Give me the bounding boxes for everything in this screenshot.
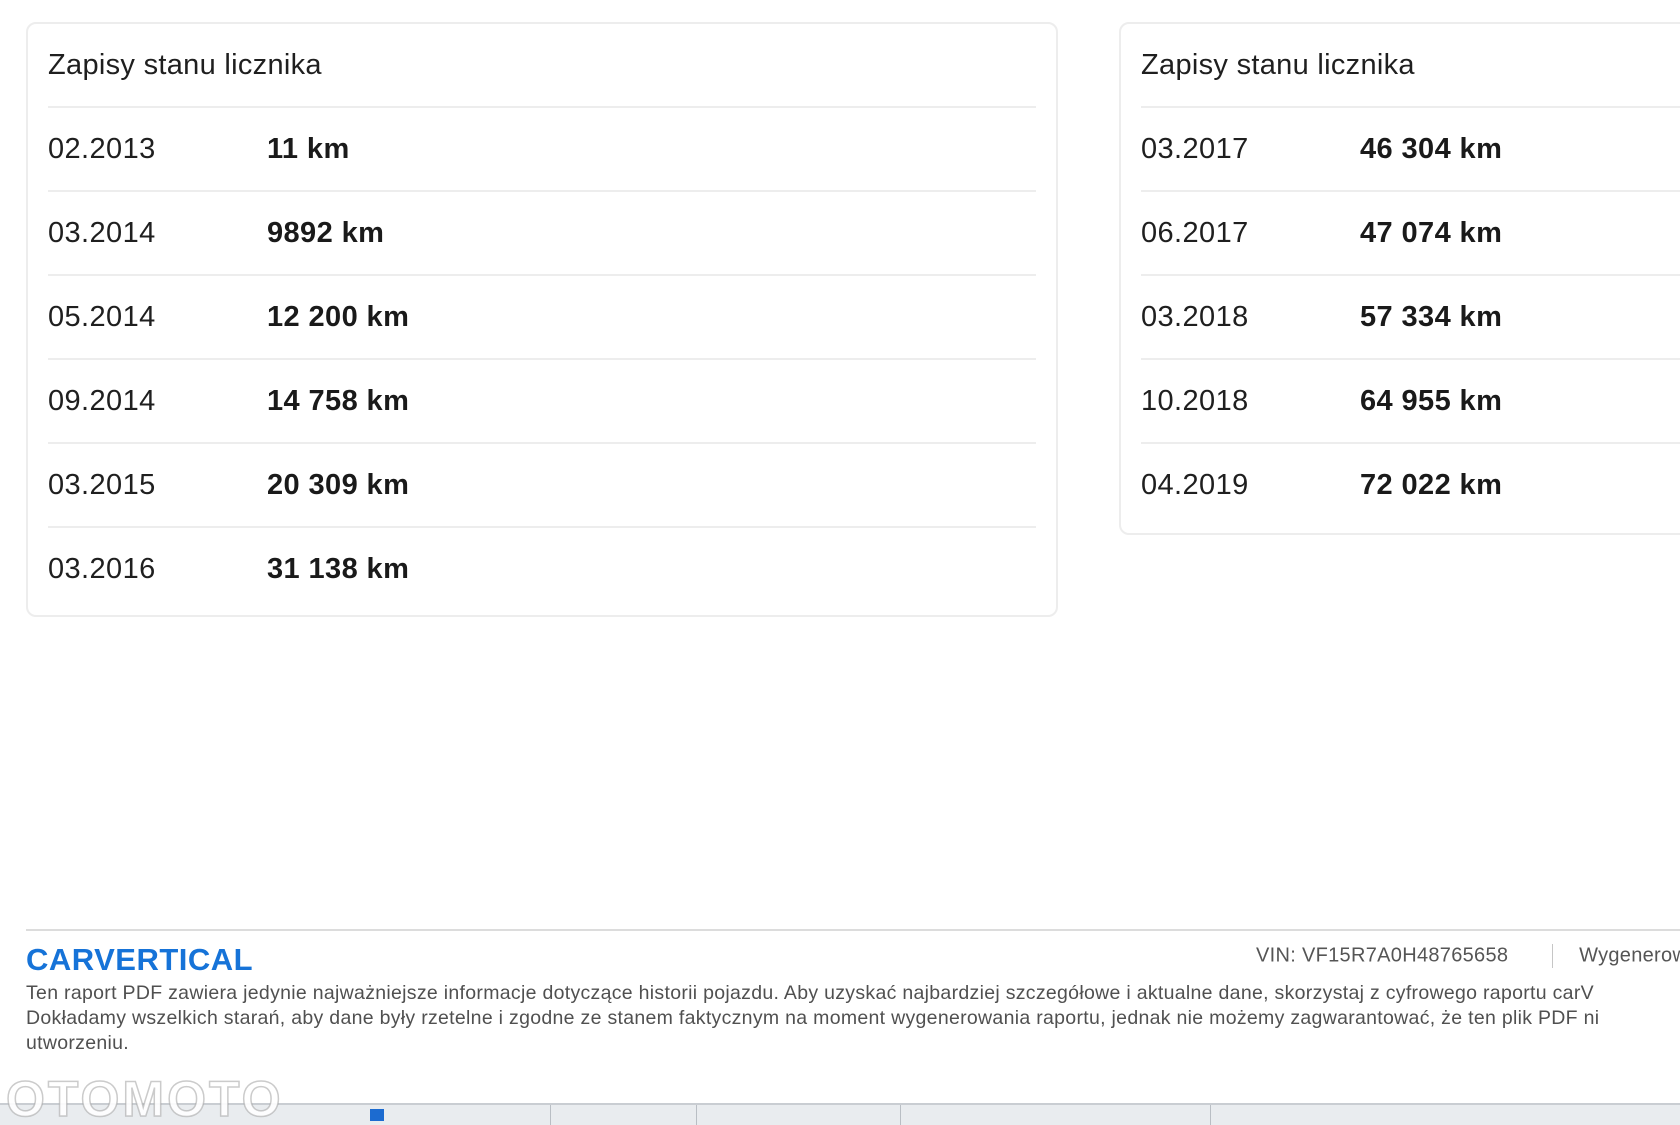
vin-separator bbox=[1552, 944, 1554, 968]
table-row: 03.2016 31 138 km bbox=[48, 528, 1036, 610]
generated-label: Wygenerow bbox=[1579, 944, 1680, 967]
record-date: 02.2013 bbox=[48, 132, 156, 165]
record-mileage: 47 074 km bbox=[1360, 216, 1503, 249]
bottom-bar-divider bbox=[1210, 1105, 1211, 1125]
table-row: 09.2014 14 758 km bbox=[48, 360, 1036, 444]
record-date: 03.2018 bbox=[1141, 300, 1249, 333]
bottom-bar-divider bbox=[900, 1105, 901, 1125]
bottom-bar-accent bbox=[370, 1109, 384, 1121]
carvertical-logo: CARVERTICAL bbox=[26, 942, 254, 977]
otomoto-watermark: OTOMOTO bbox=[5, 1070, 284, 1125]
record-mileage: 9892 km bbox=[267, 216, 385, 249]
record-mileage: 11 km bbox=[267, 132, 350, 165]
record-date: 05.2014 bbox=[48, 300, 156, 333]
record-date: 03.2015 bbox=[48, 468, 156, 501]
table-row: 04.2019 72 022 km bbox=[1141, 444, 1680, 526]
record-date: 06.2017 bbox=[1141, 216, 1249, 249]
record-date: 03.2014 bbox=[48, 216, 156, 249]
table-row: 03.2014 9892 km bbox=[48, 192, 1036, 276]
table-row: 02.2013 11 km bbox=[48, 108, 1036, 192]
record-mileage: 12 200 km bbox=[267, 300, 410, 333]
disclaimer-line: utworzeniu. bbox=[26, 1032, 130, 1054]
disclaimer-text: Ten raport PDF zawiera jedynie najważnie… bbox=[26, 981, 1680, 1056]
bottom-bar-divider bbox=[550, 1105, 551, 1125]
record-mileage: 14 758 km bbox=[267, 384, 410, 417]
footer-divider bbox=[26, 929, 1680, 931]
record-mileage: 46 304 km bbox=[1360, 132, 1503, 165]
table-row: 05.2014 12 200 km bbox=[48, 276, 1036, 360]
vin-info: VIN: VF15R7A0H48765658 Wygenerow bbox=[1256, 944, 1680, 968]
record-date: 03.2016 bbox=[48, 552, 156, 585]
table-row: 10.2018 64 955 km bbox=[1141, 360, 1680, 444]
card-title: Zapisy stanu licznika bbox=[1141, 24, 1680, 108]
record-date: 10.2018 bbox=[1141, 384, 1249, 417]
report-page: Zapisy stanu licznika 02.2013 11 km 03.2… bbox=[0, 0, 1680, 1125]
bottom-bar-divider bbox=[696, 1105, 697, 1125]
record-mileage: 20 309 km bbox=[267, 468, 410, 501]
record-mileage: 31 138 km bbox=[267, 552, 410, 585]
table-row: 03.2015 20 309 km bbox=[48, 444, 1036, 528]
table-row: 06.2017 47 074 km bbox=[1141, 192, 1680, 276]
record-mileage: 64 955 km bbox=[1360, 384, 1503, 417]
vin-label: VIN: bbox=[1256, 944, 1297, 967]
odometer-records-card-1: Zapisy stanu licznika 02.2013 11 km 03.2… bbox=[26, 22, 1058, 617]
vin-value: VF15R7A0H48765658 bbox=[1301, 944, 1509, 967]
record-mileage: 57 334 km bbox=[1360, 300, 1503, 333]
record-date: 09.2014 bbox=[48, 384, 156, 417]
record-date: 03.2017 bbox=[1141, 132, 1249, 165]
disclaimer-line: Ten raport PDF zawiera jedynie najważnie… bbox=[26, 982, 1594, 1004]
table-row: 03.2018 57 334 km bbox=[1141, 276, 1680, 360]
record-mileage: 72 022 km bbox=[1360, 468, 1503, 501]
table-row: 03.2017 46 304 km bbox=[1141, 108, 1680, 192]
disclaimer-line: Dokładamy wszelkich starań, aby dane był… bbox=[26, 1007, 1600, 1029]
card-title: Zapisy stanu licznika bbox=[48, 24, 1036, 108]
record-date: 04.2019 bbox=[1141, 468, 1249, 501]
odometer-records-card-2: Zapisy stanu licznika 03.2017 46 304 km … bbox=[1119, 22, 1680, 535]
